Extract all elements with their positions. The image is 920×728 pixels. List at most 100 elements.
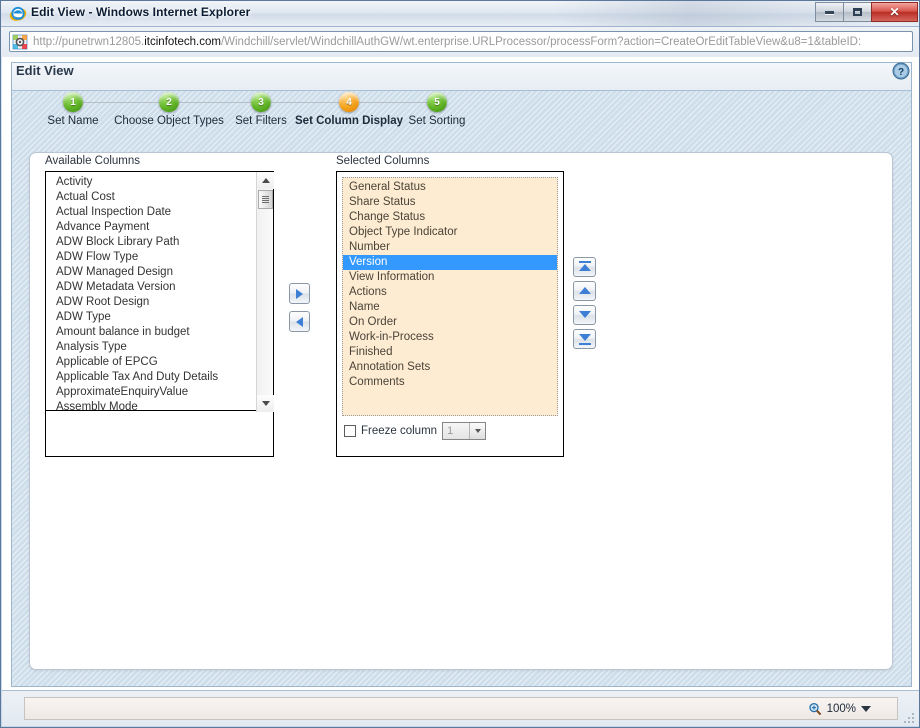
- list-item[interactable]: Comments: [343, 375, 557, 390]
- list-item[interactable]: On Order: [343, 315, 557, 330]
- step-number: 4: [339, 92, 359, 112]
- add-column-button[interactable]: [289, 283, 310, 304]
- list-item[interactable]: ADW Root Design: [48, 295, 256, 310]
- scrollbar-thumb[interactable]: [258, 190, 273, 209]
- step-number: 5: [427, 92, 447, 112]
- list-item[interactable]: Object Type Indicator: [343, 225, 557, 240]
- move-up-button[interactable]: [573, 281, 596, 301]
- zoom-control[interactable]: 100%: [808, 702, 897, 716]
- status-bar: 100%: [2, 690, 919, 726]
- list-item[interactable]: Activity: [48, 175, 256, 190]
- list-item[interactable]: ApproximateEnquiryValue: [48, 385, 256, 400]
- content-card: Available Columns Activity Actual Cost A…: [29, 152, 893, 670]
- url-prefix: http://punetrwn12805.: [33, 35, 145, 48]
- remove-column-button[interactable]: [289, 311, 310, 332]
- move-down-icon: [578, 311, 591, 318]
- list-item[interactable]: Annotation Sets: [343, 360, 557, 375]
- list-item[interactable]: Analysis Type: [48, 340, 256, 355]
- list-item-selected[interactable]: Version: [343, 255, 557, 270]
- scroll-up-arrow-icon[interactable]: [257, 172, 274, 189]
- step-connector: [358, 102, 437, 103]
- scroll-down-arrow-icon[interactable]: [257, 395, 274, 412]
- step-connector: [271, 102, 339, 103]
- maximize-button[interactable]: [843, 2, 872, 22]
- address-bar-row: http://punetrwn12805.itcinfotech.com/Win…: [1, 27, 919, 57]
- site-favicon-icon: [12, 34, 28, 49]
- step-connector: [83, 102, 165, 103]
- list-item[interactable]: ADW Flow Type: [48, 250, 256, 265]
- freeze-column-select[interactable]: 1: [442, 422, 487, 440]
- step-label: Choose Object Types: [114, 115, 224, 127]
- list-item[interactable]: Actual Inspection Date: [48, 205, 256, 220]
- list-item[interactable]: View Information: [343, 270, 557, 285]
- list-item[interactable]: ADW Type: [48, 310, 256, 325]
- selected-columns-box: General Status Share Status Change Statu…: [336, 171, 564, 457]
- page-content: Edit View ? 1 Set Name 2 Choose Object T…: [2, 57, 919, 691]
- move-up-icon: [578, 287, 591, 294]
- wizard-step-set-sorting[interactable]: 5 Set Sorting: [398, 92, 476, 127]
- move-to-bottom-button[interactable]: [573, 329, 596, 349]
- zoom-magnifier-icon: [808, 702, 821, 715]
- address-bar[interactable]: http://punetrwn12805.itcinfotech.com/Win…: [9, 31, 913, 52]
- url-text: http://punetrwn12805.itcinfotech.com/Win…: [33, 36, 861, 48]
- step-number: 1: [63, 92, 83, 112]
- url-domain: itcinfotech.com: [144, 35, 221, 48]
- list-item[interactable]: Work-in-Process: [343, 330, 557, 345]
- available-columns-list[interactable]: Activity Actual Cost Actual Inspection D…: [46, 172, 257, 411]
- list-item[interactable]: Applicable Tax And Duty Details: [48, 370, 256, 385]
- wizard-step-choose-object-types[interactable]: 2 Choose Object Types: [98, 92, 240, 127]
- zoom-level: 100%: [826, 702, 856, 715]
- list-item[interactable]: ADW Metadata Version: [48, 280, 256, 295]
- close-button[interactable]: ✕: [871, 2, 918, 22]
- status-bar-inner: 100%: [24, 697, 898, 720]
- move-to-top-button[interactable]: [573, 257, 596, 277]
- list-item[interactable]: Finished: [343, 345, 557, 360]
- window-title: Edit View - Windows Internet Explorer: [31, 5, 251, 19]
- arrow-right-icon: [296, 288, 303, 299]
- browser-window: Edit View - Windows Internet Explorer ✕ …: [0, 0, 920, 728]
- help-question-icon[interactable]: ?: [892, 62, 910, 80]
- list-item[interactable]: Advance Payment: [48, 220, 256, 235]
- freeze-column-checkbox[interactable]: [344, 425, 356, 437]
- minimize-button[interactable]: [815, 2, 844, 22]
- available-columns-label: Available Columns: [45, 155, 141, 167]
- internet-explorer-logo-icon: [9, 6, 27, 21]
- selected-columns-list[interactable]: General Status Share Status Change Statu…: [342, 177, 558, 416]
- transfer-buttons: [289, 283, 311, 339]
- list-item[interactable]: Actual Cost: [48, 190, 256, 205]
- step-connector: [179, 102, 261, 103]
- list-item[interactable]: Number: [343, 240, 557, 255]
- move-down-button[interactable]: [573, 305, 596, 325]
- move-to-bottom-arrow-icon: [578, 334, 591, 341]
- freeze-column-row: Freeze column 1: [344, 422, 487, 440]
- list-item[interactable]: Actions: [343, 285, 557, 300]
- chevron-down-icon[interactable]: [861, 705, 871, 712]
- page-header-bar: [12, 63, 911, 91]
- chevron-down-icon[interactable]: [469, 423, 486, 439]
- list-item[interactable]: Change Status: [343, 210, 557, 225]
- move-to-top-icon: [578, 261, 591, 263]
- wizard-steps: 1 Set Name 2 Choose Object Types 3 Set F…: [12, 92, 911, 148]
- list-item[interactable]: Name: [343, 300, 557, 315]
- move-to-bottom-icon: [578, 343, 591, 345]
- list-item[interactable]: General Status: [343, 180, 557, 195]
- step-number: 3: [251, 92, 271, 112]
- list-item[interactable]: Amount balance in budget: [48, 325, 256, 340]
- arrow-left-icon: [296, 316, 303, 327]
- move-to-top-arrow-icon: [578, 264, 591, 271]
- page-title: Edit View: [16, 63, 74, 78]
- step-number: 2: [159, 92, 179, 112]
- resize-grip-icon[interactable]: [904, 711, 916, 723]
- list-item[interactable]: ADW Managed Design: [48, 265, 256, 280]
- list-item[interactable]: Share Status: [343, 195, 557, 210]
- list-item[interactable]: ADW Block Library Path: [48, 235, 256, 250]
- list-item[interactable]: Assembly Mode: [48, 400, 256, 410]
- list-item[interactable]: Applicable of EPCG: [48, 355, 256, 370]
- step-label: Set Sorting: [408, 115, 466, 127]
- freeze-column-value: 1: [447, 425, 454, 437]
- wizard-step-set-name[interactable]: 1 Set Name: [40, 92, 106, 127]
- reorder-buttons: [573, 257, 597, 353]
- available-list-scrollbar[interactable]: [256, 172, 274, 412]
- window-controls: ✕: [815, 2, 918, 22]
- title-bar: Edit View - Windows Internet Explorer ✕: [1, 1, 919, 27]
